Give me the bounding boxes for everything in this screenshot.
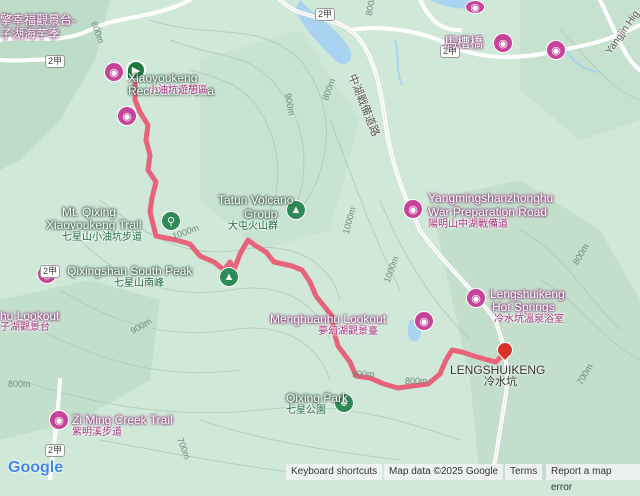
yangming-label-zh: 陽明山中湖戰備道 <box>428 219 508 230</box>
xiaoyoukeng-label-zh: 小油坑遊憩區 <box>148 85 208 96</box>
yangming-label[interactable]: Yangmingshanzhonghu <box>428 192 553 204</box>
qixing-trail-label-zh: 七星山小油坑步道 <box>62 232 142 243</box>
menghuanhu-label-zh: 夢幻湖觀景臺 <box>318 326 378 337</box>
route-shield: 2甲 <box>40 265 61 278</box>
map-footer: Google Keyboard shortcuts Map data ©2025… <box>0 459 640 493</box>
hu-lookout-label-zh: 子湖觀景台 <box>0 322 50 333</box>
route-shield: 2甲 <box>315 8 336 21</box>
contour-label: 800m <box>405 376 428 386</box>
google-logo: Google <box>8 459 64 476</box>
camera-icon[interactable]: ◉ <box>49 410 69 430</box>
camera-icon[interactable]: ◉ <box>466 288 486 308</box>
south-peak-label-zh: 七星山南峰 <box>114 278 164 289</box>
camera-icon[interactable]: ◉ <box>117 106 137 126</box>
ziming-label-zh: 紫明溪步道 <box>72 427 122 438</box>
hotsprings-label-2[interactable]: Hot Springs <box>492 301 555 313</box>
yangming-label-2[interactable]: War Preparation Road <box>428 206 547 218</box>
tatun-label[interactable]: Tatun Volcano <box>218 194 293 206</box>
south-peak-label[interactable]: Qixingshan South Peak <box>67 265 192 277</box>
lengshuikeng-label[interactable]: LENGSHUIKENG <box>450 364 545 376</box>
camera-icon[interactable]: ◉ <box>465 0 485 14</box>
route-shield: 2甲 <box>45 55 66 68</box>
hiker-icon[interactable]: ⚲ <box>161 211 181 231</box>
qixing-trail-label[interactable]: Mt. Qixing <box>62 206 116 218</box>
tatun-label-2[interactable]: Group <box>244 208 277 220</box>
topleft-label-2[interactable]: 子湖海芋季 <box>0 28 60 40</box>
macaoqiao-label[interactable]: 馬槽橋 <box>444 36 483 49</box>
mountain-icon[interactable]: ▲ <box>219 267 239 287</box>
camera-icon[interactable]: ◉ <box>414 311 434 331</box>
qixing-trail-label-2[interactable]: Xiaoyoukeng Trail <box>46 219 141 231</box>
tatun-label-zh: 大屯火山群 <box>228 221 278 232</box>
hotsprings-label-zh: 冷水坑溫泉浴室 <box>494 314 564 325</box>
camera-icon[interactable]: ◉ <box>546 40 566 60</box>
contour-label: 900m <box>352 369 375 379</box>
contour-label: 800m <box>8 379 31 389</box>
keyboard-shortcuts-link[interactable]: Keyboard shortcuts <box>286 464 383 480</box>
menghuanhu-label[interactable]: Menghuanhu Lookout <box>270 313 386 325</box>
camera-icon[interactable]: ◉ <box>104 62 124 82</box>
map-data-text: Map data ©2025 Google <box>384 464 504 480</box>
qixing-park-label-zh: 七星公園 <box>286 405 326 416</box>
ziming-label[interactable]: Zi Ming Creek Trail <box>72 414 173 426</box>
camera-icon[interactable]: ◉ <box>493 33 513 53</box>
camera-icon[interactable]: ◉ <box>403 199 423 219</box>
hotsprings-label[interactable]: Lengshuikeng <box>490 288 565 300</box>
lengshuikeng-label-zh: 冷水坑 <box>484 376 517 388</box>
topleft-label[interactable]: 擎幸福觀景台- <box>0 14 76 26</box>
hu-lookout-label[interactable]: hu Lookout <box>0 310 59 322</box>
qixing-park-label[interactable]: Qixing Park <box>286 392 348 404</box>
terms-link[interactable]: Terms <box>505 464 543 480</box>
report-error-link[interactable]: Report a map error <box>546 464 640 493</box>
route-shield: 2甲 <box>45 444 66 457</box>
